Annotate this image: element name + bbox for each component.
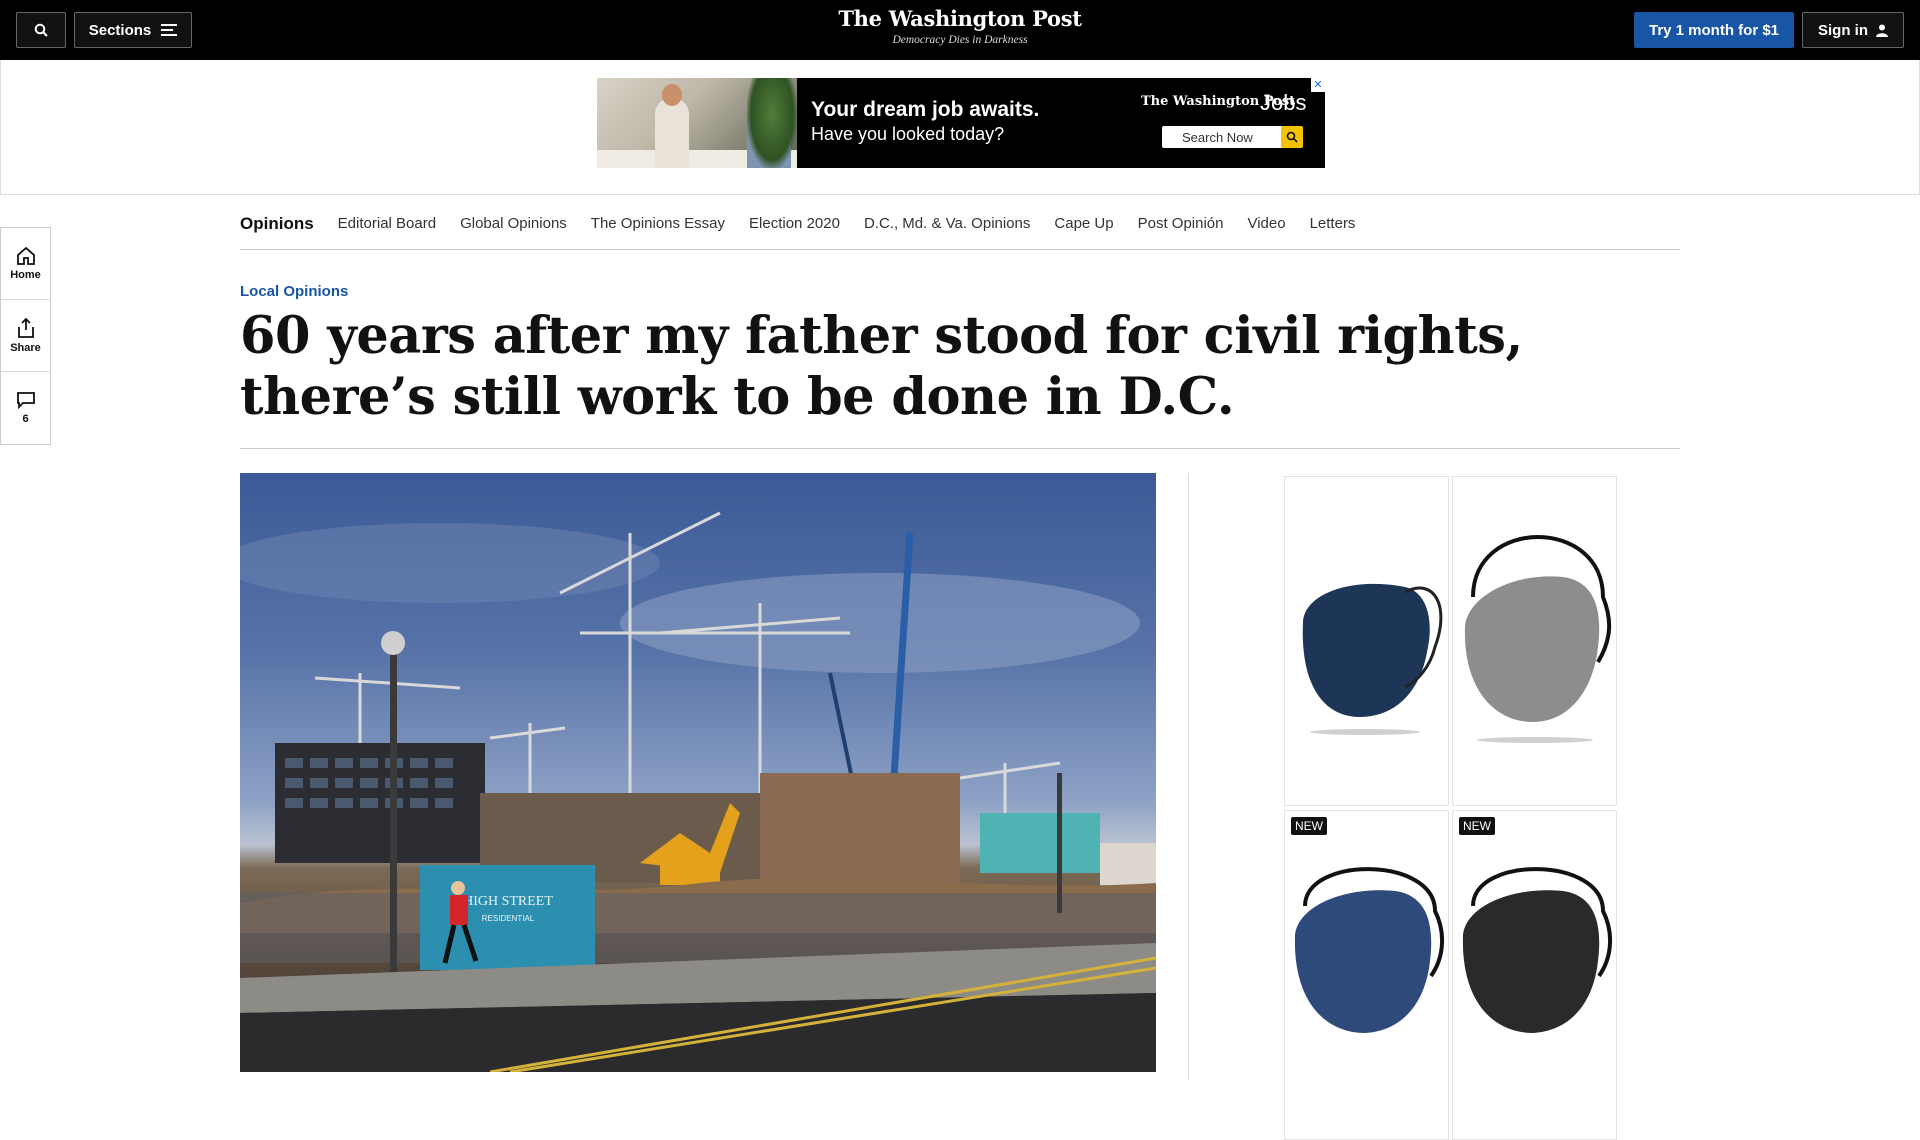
hero-sign-text: HIGH STREET <box>463 894 553 909</box>
logo-name: The Washington Post <box>838 6 1082 31</box>
mask-ad-grid[interactable]: ▷ ✕ NEW NEW <box>1284 474 1618 1140</box>
site-logo[interactable]: The Washington Post Democracy Dies in Da… <box>0 6 1920 46</box>
share-icon <box>17 317 34 338</box>
hero-photo[interactable]: HIGH STREET RESIDENTIAL <box>240 473 1156 1072</box>
logo-tagline: Democracy Dies in Darkness <box>892 34 1028 46</box>
comment-icon <box>16 392 35 409</box>
column-divider <box>1188 473 1189 1080</box>
top-navigation-bar: Sections The Washington Post Democracy D… <box>0 0 1920 60</box>
nav-item-editorial-board[interactable]: Editorial Board <box>338 215 436 232</box>
rail-home[interactable]: Home <box>1 228 50 300</box>
rail-share[interactable]: Share <box>1 300 50 372</box>
rail-share-label: Share <box>10 341 41 354</box>
ad-headline: Your dream job awaits. <box>811 98 1040 121</box>
mask-product-3[interactable]: NEW <box>1284 810 1449 1140</box>
nav-item-letters[interactable]: Letters <box>1310 215 1356 232</box>
rail-comments[interactable]: 6 <box>1 372 50 444</box>
nav-item-post-opinion[interactable]: Post Opinión <box>1138 215 1224 232</box>
mask-product-4[interactable]: NEW <box>1452 810 1617 1140</box>
user-icon <box>1876 24 1888 37</box>
new-badge: NEW <box>1291 817 1327 835</box>
rail-home-label: Home <box>10 268 41 281</box>
nav-item-video[interactable]: Video <box>1247 215 1285 232</box>
nav-item-opinions-essay[interactable]: The Opinions Essay <box>591 215 725 232</box>
subscribe-button[interactable]: Try 1 month for $1 <box>1634 12 1794 48</box>
home-icon <box>16 246 35 265</box>
sign-in-button[interactable]: Sign in <box>1802 12 1904 48</box>
hero-sign-sub: RESIDENTIAL <box>482 914 535 923</box>
ad-subline: Have you looked today? <box>811 124 1005 144</box>
headline-divider <box>240 448 1680 449</box>
article-kicker[interactable]: Local Opinions <box>240 283 348 300</box>
nav-item-election-2020[interactable]: Election 2020 <box>749 215 840 232</box>
nav-item-cape-up[interactable]: Cape Up <box>1054 215 1113 232</box>
sign-in-label: Sign in <box>1818 21 1868 39</box>
comments-count: 6 <box>22 413 29 425</box>
mask-product-2[interactable] <box>1452 476 1617 806</box>
left-rail: Home Share 6 <box>0 227 51 445</box>
ad-photo <box>597 78 797 168</box>
article-headline: 60 years after my father stood for civil… <box>240 306 1523 427</box>
mask-product-1[interactable] <box>1284 476 1449 806</box>
ad-close-icon[interactable]: ✕ <box>1311 78 1325 92</box>
new-badge: NEW <box>1459 817 1495 835</box>
nav-item-opinions[interactable]: Opinions <box>240 214 314 234</box>
nav-item-global-opinions[interactable]: Global Opinions <box>460 215 567 232</box>
ad-search-icon[interactable] <box>1281 126 1303 148</box>
ad-jobs-label: Jobs <box>1260 90 1307 115</box>
top-ad-band: Your dream job awaits. Have you looked t… <box>0 60 1920 195</box>
nav-item-dc-md-va[interactable]: D.C., Md. & Va. Opinions <box>864 215 1030 232</box>
jobs-ad-banner[interactable]: Your dream job awaits. Have you looked t… <box>597 78 1325 168</box>
opinions-nav: Opinions Editorial Board Global Opinions… <box>240 198 1680 250</box>
